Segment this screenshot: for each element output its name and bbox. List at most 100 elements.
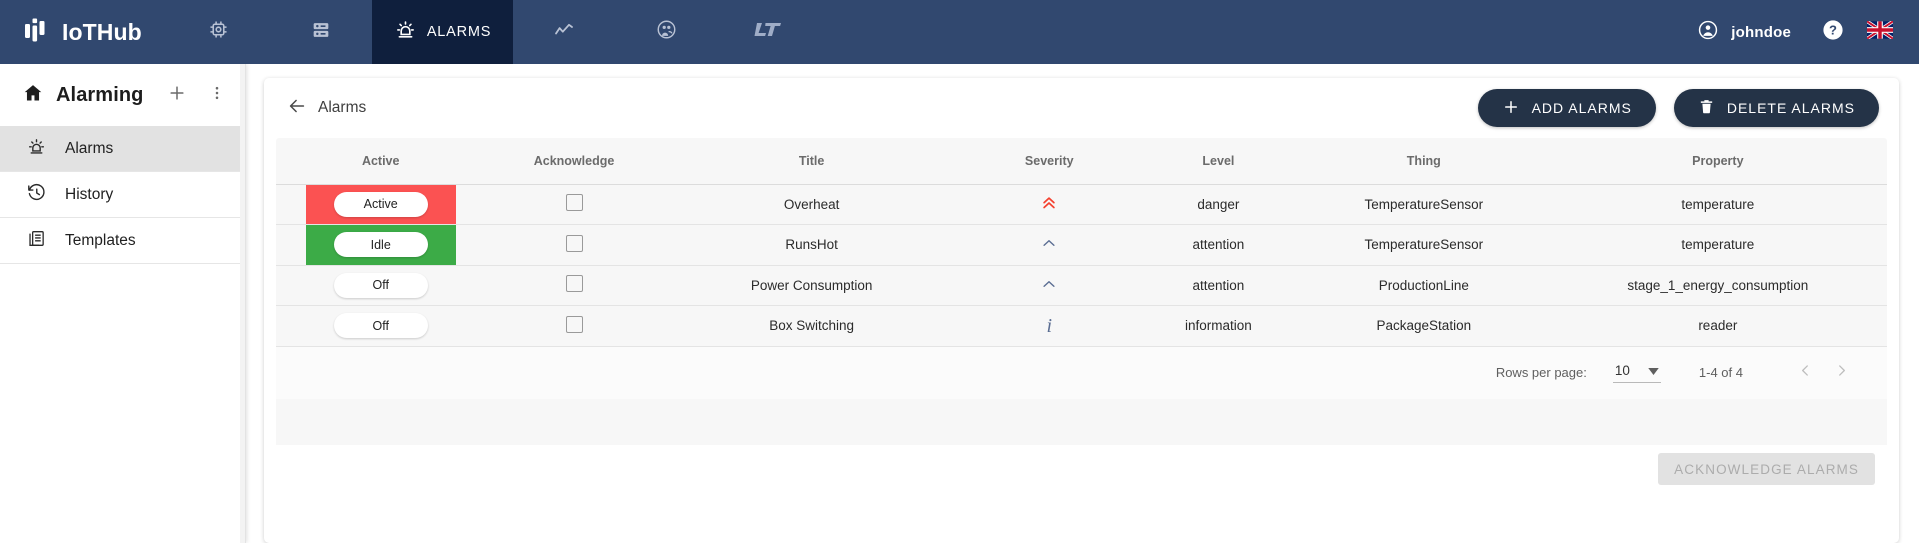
help-button[interactable]: ? bbox=[1805, 18, 1861, 47]
cell-property: stage_1_energy_consumption bbox=[1548, 265, 1887, 306]
username-label: johndoe bbox=[1731, 23, 1791, 41]
cell-severity bbox=[960, 224, 1138, 266]
status-badge[interactable]: Off bbox=[333, 272, 428, 298]
sidebar-item-alarms[interactable]: Alarms bbox=[0, 126, 245, 172]
sidebar: Alarming Alarms History Templates bbox=[0, 64, 246, 543]
acknowledge-checkbox[interactable] bbox=[565, 194, 583, 212]
pagination-range-label: 1-4 of 4 bbox=[1698, 365, 1743, 380]
home-icon[interactable] bbox=[22, 82, 44, 109]
help-circle-icon: ? bbox=[1821, 18, 1845, 47]
caret-down-icon bbox=[1648, 363, 1659, 378]
cell-title: Box Switching bbox=[662, 305, 961, 347]
table-row[interactable]: Idle RunsHot attention TemperatureSensor… bbox=[276, 224, 1887, 266]
alarms-table: Active Acknowledge Title Severity Level … bbox=[276, 138, 1887, 347]
cell-title: Power Consumption bbox=[662, 265, 961, 306]
main-content: Alarms ADD ALARMS DELETE ALARMS Active A… bbox=[246, 64, 1919, 543]
acknowledge-checkbox[interactable] bbox=[565, 234, 583, 252]
language-button[interactable] bbox=[1861, 19, 1903, 44]
sidebar-scrollbar[interactable] bbox=[240, 64, 245, 543]
plus-icon bbox=[167, 83, 187, 108]
cell-acknowledge bbox=[485, 305, 663, 347]
nav-things[interactable] bbox=[168, 0, 270, 64]
table-row[interactable]: Active Overheat danger TemperatureSensor… bbox=[276, 184, 1887, 225]
column-header-thing[interactable]: Thing bbox=[1298, 138, 1549, 185]
delete-alarms-label: DELETE ALARMS bbox=[1726, 100, 1855, 116]
page-body: Alarming Alarms History Templates Alarms… bbox=[0, 64, 1919, 543]
table-row[interactable]: Off Power Consumption attention Producti… bbox=[276, 265, 1887, 306]
acknowledge-checkbox[interactable] bbox=[565, 275, 583, 293]
table-pagination: Rows per page: 10 1-4 of 4 bbox=[276, 346, 1887, 399]
table-body: Active Overheat danger TemperatureSensor… bbox=[276, 184, 1887, 347]
cell-property: reader bbox=[1548, 305, 1887, 347]
nav-right-group: johndoe ? bbox=[1683, 0, 1919, 64]
add-node-button[interactable] bbox=[163, 81, 191, 109]
acknowledge-checkbox[interactable] bbox=[565, 315, 583, 333]
sidebar-item-history[interactable]: History bbox=[0, 172, 245, 218]
cell-severity bbox=[960, 184, 1138, 225]
line-chart-icon bbox=[552, 18, 576, 47]
cell-acknowledge bbox=[485, 224, 663, 266]
history-icon bbox=[26, 182, 47, 208]
nav-users[interactable] bbox=[615, 0, 717, 64]
nav-alarms[interactable]: ALARMS bbox=[371, 0, 514, 64]
column-header-active[interactable]: Active bbox=[276, 138, 486, 185]
brand-name: IoTHub bbox=[62, 18, 142, 45]
double-chevron-up-icon bbox=[1040, 197, 1058, 215]
active-state-wrapper: Idle bbox=[305, 225, 456, 265]
chip-icon bbox=[207, 18, 230, 46]
column-header-title[interactable]: Title bbox=[662, 138, 961, 185]
card-header: Alarms ADD ALARMS DELETE ALARMS bbox=[264, 78, 1899, 138]
column-header-level[interactable]: Level bbox=[1137, 138, 1299, 185]
column-header-property[interactable]: Property bbox=[1548, 138, 1887, 185]
alarms-card: Alarms ADD ALARMS DELETE ALARMS Active A… bbox=[264, 78, 1899, 543]
trash-icon bbox=[1698, 98, 1715, 118]
cell-active: Active bbox=[276, 184, 486, 225]
status-badge[interactable]: Idle bbox=[333, 232, 428, 258]
cell-severity bbox=[960, 265, 1138, 306]
next-page-button[interactable] bbox=[1823, 355, 1859, 391]
table-row[interactable]: Off Box Switching i information PackageS… bbox=[276, 305, 1887, 347]
acknowledge-alarms-button[interactable]: ACKNOWLEDGE ALARMS bbox=[1658, 453, 1875, 485]
nav-servers[interactable] bbox=[270, 0, 372, 64]
sidebar-item-templates[interactable]: Templates bbox=[0, 218, 245, 264]
previous-page-button[interactable] bbox=[1787, 355, 1823, 391]
alarms-table-container: Active Acknowledge Title Severity Level … bbox=[276, 138, 1887, 445]
cell-title: Overheat bbox=[662, 184, 961, 225]
account-circle-icon bbox=[1697, 19, 1719, 46]
active-state-wrapper: Off bbox=[306, 306, 456, 346]
cell-thing: TemperatureSensor bbox=[1298, 184, 1549, 225]
cell-level: danger bbox=[1137, 184, 1299, 225]
iothub-logo-icon bbox=[22, 15, 52, 50]
lt-logo-icon bbox=[753, 20, 783, 45]
cell-thing: TemperatureSensor bbox=[1298, 224, 1549, 266]
brand-logo-link[interactable]: IoTHub bbox=[0, 0, 168, 64]
back-button[interactable] bbox=[280, 91, 314, 125]
acknowledge-row: ACKNOWLEDGE ALARMS bbox=[264, 445, 1899, 485]
column-header-acknowledge[interactable]: Acknowledge bbox=[485, 138, 663, 185]
templates-icon bbox=[26, 228, 47, 254]
status-badge[interactable]: Off bbox=[333, 313, 428, 339]
sidebar-more-button[interactable] bbox=[203, 81, 231, 109]
cell-property: temperature bbox=[1548, 184, 1887, 225]
nav-lt-logo[interactable] bbox=[717, 0, 819, 64]
sidebar-item-history-label: History bbox=[65, 185, 114, 203]
info-italic-icon: i bbox=[1046, 314, 1053, 337]
top-navigation-bar: IoTHub ALARMS johndoe ? bbox=[0, 0, 1919, 64]
status-badge[interactable]: Active bbox=[333, 191, 428, 217]
active-state-wrapper: Active bbox=[305, 184, 456, 224]
delete-alarms-button[interactable]: DELETE ALARMS bbox=[1673, 89, 1879, 127]
add-alarms-button[interactable]: ADD ALARMS bbox=[1477, 89, 1656, 127]
sidebar-item-templates-label: Templates bbox=[65, 231, 136, 249]
nav-analytics[interactable] bbox=[513, 0, 615, 64]
rows-per-page-select[interactable]: 10 bbox=[1612, 363, 1661, 383]
alarm-light-icon bbox=[394, 18, 417, 46]
server-rack-icon bbox=[310, 19, 332, 46]
alarm-light-icon bbox=[26, 136, 47, 162]
cell-level: information bbox=[1137, 305, 1299, 347]
user-menu-button[interactable]: johndoe bbox=[1683, 19, 1805, 46]
column-header-severity[interactable]: Severity bbox=[960, 138, 1138, 185]
cell-thing: PackageStation bbox=[1298, 305, 1549, 347]
cell-level: attention bbox=[1137, 224, 1299, 266]
table-header: Active Acknowledge Title Severity Level … bbox=[276, 138, 1887, 185]
active-state-wrapper: Off bbox=[306, 266, 456, 306]
